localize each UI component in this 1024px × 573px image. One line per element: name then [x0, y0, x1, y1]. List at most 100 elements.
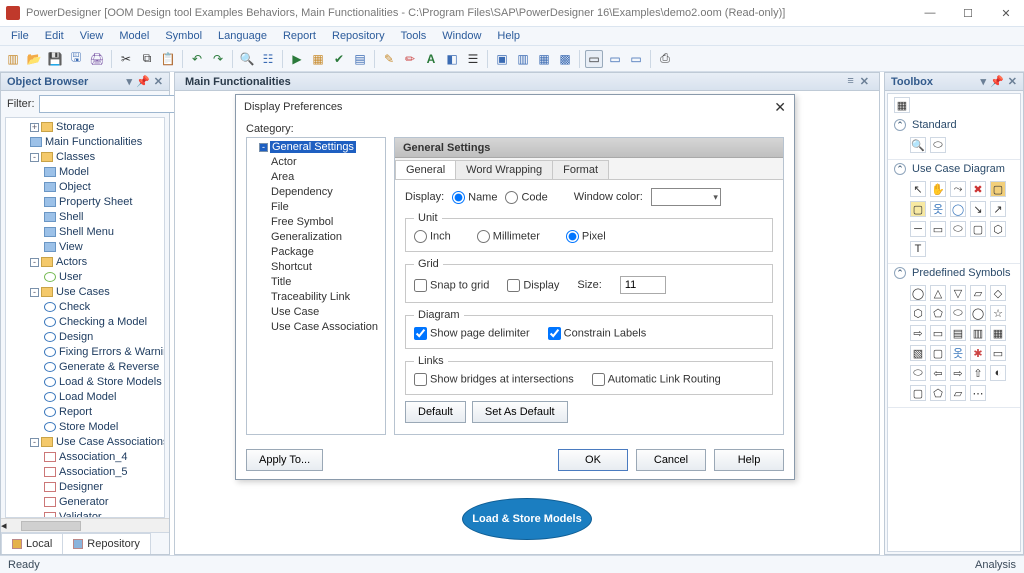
symbol-icon[interactable]: ⇦	[930, 365, 946, 381]
chevron-icon[interactable]: ⌃	[894, 119, 906, 131]
symbol-icon[interactable]: ▤	[950, 325, 966, 341]
toolbar-find-icon[interactable]: 🔍	[238, 50, 256, 68]
symbol-icon[interactable]: ◯	[970, 305, 986, 321]
panel-menu-icon[interactable]: ▾	[127, 75, 133, 88]
toolbar-layout4-icon[interactable]: ▩	[556, 50, 574, 68]
symbol-icon[interactable]: ⇨	[950, 365, 966, 381]
tool-poly-icon[interactable]: ⬡	[990, 221, 1006, 237]
symbol-icon[interactable]: ◐	[990, 365, 1006, 381]
symbol-icon[interactable]: ▦	[990, 325, 1006, 341]
symbol-icon[interactable]: ☆	[990, 305, 1006, 321]
toolbar-layout1-icon[interactable]: ▣	[493, 50, 511, 68]
filter-input[interactable]	[39, 95, 191, 113]
toolbar-print-icon[interactable]: 🖨	[88, 50, 106, 68]
menu-model[interactable]: Model	[112, 28, 156, 44]
minimize-button[interactable]: —	[918, 7, 942, 20]
tool-rect-icon[interactable]: ▭	[930, 221, 946, 237]
tree-horizontal-scrollbar[interactable]: ◂	[1, 518, 169, 532]
symbol-icon[interactable]: ▥	[970, 325, 986, 341]
radio-pixel[interactable]: Pixel	[566, 230, 606, 243]
menu-window[interactable]: Window	[435, 28, 488, 44]
browser-tab-local[interactable]: Local	[1, 533, 63, 554]
symbol-icon[interactable]: ⬠	[930, 385, 946, 401]
chevron-icon[interactable]: ⌃	[894, 267, 906, 279]
tool-line-icon[interactable]: ─	[910, 221, 926, 237]
help-button[interactable]: Help	[714, 449, 784, 471]
toolbar-brush-icon[interactable]: ✏	[401, 50, 419, 68]
symbol-icon[interactable]: ▧	[910, 345, 926, 361]
radio-code[interactable]: Code	[505, 191, 547, 204]
panel-pin-icon[interactable]: 📌	[136, 75, 150, 88]
radio-millimeter[interactable]: Millimeter	[477, 230, 540, 243]
symbol-icon[interactable]: ✱	[970, 345, 986, 361]
check-grid-display[interactable]: Display	[507, 279, 559, 292]
tool-rrect-icon[interactable]: ▢	[970, 221, 986, 237]
symbol-icon[interactable]: ▭	[990, 345, 1006, 361]
chevron-icon[interactable]: ⌃	[894, 163, 906, 175]
toolbar-check-icon[interactable]: ✔	[330, 50, 348, 68]
toolbar-saveall-icon[interactable]: 🖫	[67, 50, 85, 68]
apply-to-button[interactable]: Apply To...	[246, 449, 323, 471]
tool-lasso-icon[interactable]: ⬭	[930, 137, 946, 153]
browser-tab-repository[interactable]: Repository	[62, 533, 151, 554]
tool-usecase-icon[interactable]: ◯	[950, 201, 966, 217]
toolbar-layout2-icon[interactable]: ▥	[514, 50, 532, 68]
symbol-icon[interactable]: ⇨	[910, 325, 926, 341]
toolbar-model-icon[interactable]: ▦	[309, 50, 327, 68]
toolbar-run-icon[interactable]: ▶	[288, 50, 306, 68]
toolbar-window1-icon[interactable]: ▭	[585, 50, 603, 68]
palette-predef[interactable]: Predefined Symbols	[912, 267, 1010, 279]
panel-menu-icon[interactable]: ▾	[981, 75, 987, 88]
toolbar-redo-icon[interactable]: ↷	[209, 50, 227, 68]
default-button[interactable]: Default	[405, 401, 466, 423]
window-color-combo[interactable]	[651, 188, 721, 206]
toolbar-color-icon[interactable]: ◧	[443, 50, 461, 68]
symbol-icon[interactable]: ◯	[910, 285, 926, 301]
toolbar-help-icon[interactable]: ⎙	[656, 50, 674, 68]
tool-ellipse-icon[interactable]: ⬭	[950, 221, 966, 237]
panel-pin-icon[interactable]: 📌	[990, 75, 1004, 88]
diagram-menu-icon[interactable]: ≡	[847, 75, 853, 88]
radio-inch[interactable]: Inch	[414, 230, 451, 243]
symbol-icon[interactable]: ⬠	[930, 305, 946, 321]
check-bridges[interactable]: Show bridges at intersections	[414, 373, 574, 386]
menu-report[interactable]: Report	[276, 28, 323, 44]
toolbar-new-icon[interactable]: ▥	[4, 50, 22, 68]
toolbar-window2-icon[interactable]: ▭	[606, 50, 624, 68]
tab-format[interactable]: Format	[552, 160, 609, 179]
tool-grab-icon[interactable]: ⤳	[950, 181, 966, 197]
tool-assoc-icon[interactable]: ↘	[970, 201, 986, 217]
dialog-close-icon[interactable]: ✕	[774, 99, 786, 116]
menu-symbol[interactable]: Symbol	[158, 28, 209, 44]
menu-file[interactable]: File	[4, 28, 36, 44]
tool-actor-icon[interactable]: 옷	[930, 201, 946, 217]
menu-edit[interactable]: Edit	[38, 28, 71, 44]
palette-usecase[interactable]: Use Case Diagram	[912, 163, 1005, 175]
toolbox-grid-icon[interactable]: ▦	[894, 97, 910, 113]
menu-repository[interactable]: Repository	[325, 28, 392, 44]
menu-view[interactable]: View	[73, 28, 111, 44]
tool-text-icon[interactable]: T	[910, 241, 926, 257]
check-snap[interactable]: Snap to grid	[414, 279, 489, 292]
tab-word-wrapping[interactable]: Word Wrapping	[455, 160, 553, 179]
symbol-icon[interactable]: ⬭	[950, 305, 966, 321]
cancel-button[interactable]: Cancel	[636, 449, 706, 471]
tool-package-icon[interactable]: ▢	[990, 181, 1006, 197]
symbol-icon[interactable]: ▢	[930, 345, 946, 361]
tool-hand-icon[interactable]: ✋	[930, 181, 946, 197]
symbol-icon[interactable]: ⇧	[970, 365, 986, 381]
toolbar-layout3-icon[interactable]: ▦	[535, 50, 553, 68]
symbol-icon[interactable]: ▽	[950, 285, 966, 301]
set-as-default-button[interactable]: Set As Default	[472, 401, 568, 423]
toolbar-undo-icon[interactable]: ↶	[188, 50, 206, 68]
symbol-icon[interactable]: ▱	[950, 385, 966, 401]
ok-button[interactable]: OK	[558, 449, 628, 471]
toolbar-text-icon[interactable]: A	[422, 50, 440, 68]
menu-language[interactable]: Language	[211, 28, 274, 44]
palette-standard[interactable]: Standard	[912, 119, 957, 131]
maximize-button[interactable]: ☐	[956, 7, 980, 20]
menu-tools[interactable]: Tools	[394, 28, 434, 44]
toolbar-align-icon[interactable]: ☰	[464, 50, 482, 68]
diagram-close-icon[interactable]: ✕	[860, 75, 869, 88]
toolbar-properties-icon[interactable]: ☷	[259, 50, 277, 68]
